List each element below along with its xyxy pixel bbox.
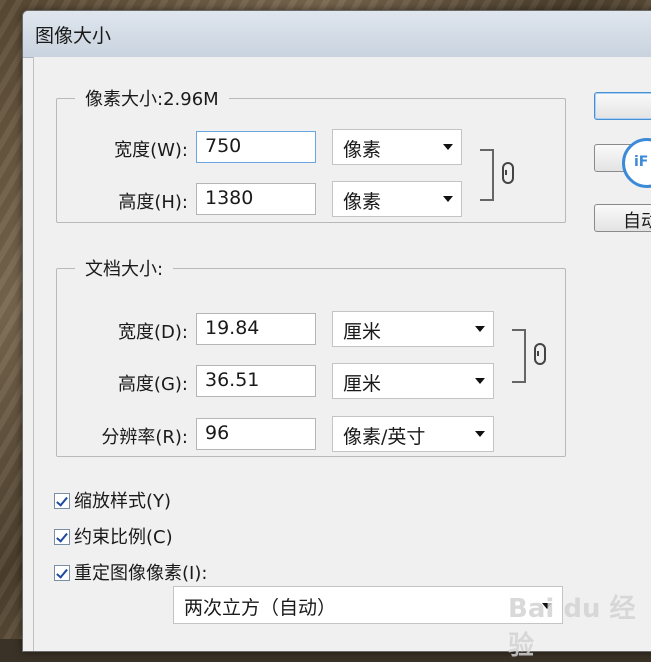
chain-link-icon bbox=[534, 343, 546, 365]
resolution-unit-value: 像素/英寸 bbox=[343, 426, 426, 448]
dialog-title: 图像大小 bbox=[35, 25, 112, 47]
watermark-badge-text: iF bbox=[634, 154, 649, 170]
doc-height-unit-select[interactable]: 厘米 bbox=[332, 363, 494, 399]
chevron-down-icon bbox=[475, 431, 485, 437]
link-bracket bbox=[512, 329, 526, 383]
constrain-checkbox[interactable] bbox=[54, 529, 70, 545]
resample-option[interactable]: 重定图像像素(I): bbox=[54, 559, 207, 585]
auto-button-label: 自动 bbox=[623, 211, 651, 232]
resample-label: 重定图像像素(I): bbox=[74, 563, 208, 584]
pixel-width-label: 宽度(W): bbox=[114, 140, 188, 161]
pixel-width-unit-value: 像素 bbox=[343, 139, 382, 161]
auto-button[interactable]: 自动 bbox=[594, 204, 651, 232]
pixel-height-input[interactable]: 1380 bbox=[196, 183, 316, 215]
scale-styles-label: 缩放样式(Y) bbox=[74, 491, 172, 512]
pixel-height-label: 高度(H): bbox=[118, 192, 188, 213]
doc-width-unit-select[interactable]: 厘米 bbox=[332, 311, 494, 347]
resample-method-value: 两次立方（自动） bbox=[184, 597, 337, 619]
link-bracket bbox=[480, 149, 494, 201]
doc-width-label: 宽度(D): bbox=[118, 322, 188, 343]
document-size-legend: 文档大小: bbox=[85, 259, 164, 280]
chevron-down-icon bbox=[443, 196, 453, 202]
pixel-width-unit-select[interactable]: 像素 bbox=[332, 129, 462, 165]
baidu-watermark: Bai du 经验 bbox=[508, 594, 636, 661]
image-size-dialog: 图像大小 像素大小:2.96M 宽度(W): 750 像素 高度(H): 138… bbox=[22, 10, 651, 652]
doc-width-input[interactable]: 19.84 bbox=[196, 313, 316, 345]
pixel-dimensions-legend: 像素大小:2.96M bbox=[85, 89, 219, 110]
doc-width-unit-value: 厘米 bbox=[343, 321, 382, 343]
chevron-down-icon bbox=[475, 378, 485, 384]
chain-link-icon bbox=[502, 162, 514, 184]
doc-height-unit-value: 厘米 bbox=[343, 373, 382, 395]
title-bar[interactable]: 图像大小 bbox=[23, 11, 651, 58]
chevron-down-icon bbox=[443, 144, 453, 150]
constrain-label: 约束比例(C) bbox=[74, 527, 173, 548]
constrain-option[interactable]: 约束比例(C) bbox=[54, 523, 173, 549]
pixel-height-unit-value: 像素 bbox=[343, 191, 382, 213]
ok-button[interactable] bbox=[594, 92, 651, 120]
dialog-body: 像素大小:2.96M 宽度(W): 750 像素 高度(H): 1380 像素 … bbox=[33, 57, 651, 651]
doc-height-label: 高度(G): bbox=[117, 374, 188, 395]
resample-checkbox[interactable] bbox=[54, 565, 70, 581]
pixel-width-input[interactable]: 750 bbox=[196, 131, 316, 163]
scale-styles-checkbox[interactable] bbox=[54, 493, 70, 509]
resolution-label: 分辨率(R): bbox=[101, 427, 188, 448]
doc-height-input[interactable]: 36.51 bbox=[196, 365, 316, 397]
pixel-height-unit-select[interactable]: 像素 bbox=[332, 181, 462, 217]
resolution-input[interactable]: 96 bbox=[196, 418, 316, 450]
chevron-down-icon bbox=[475, 326, 485, 332]
resample-method-select[interactable]: 两次立方（自动） bbox=[173, 586, 563, 624]
scale-styles-option[interactable]: 缩放样式(Y) bbox=[54, 487, 171, 513]
resolution-unit-select[interactable]: 像素/英寸 bbox=[332, 416, 494, 452]
